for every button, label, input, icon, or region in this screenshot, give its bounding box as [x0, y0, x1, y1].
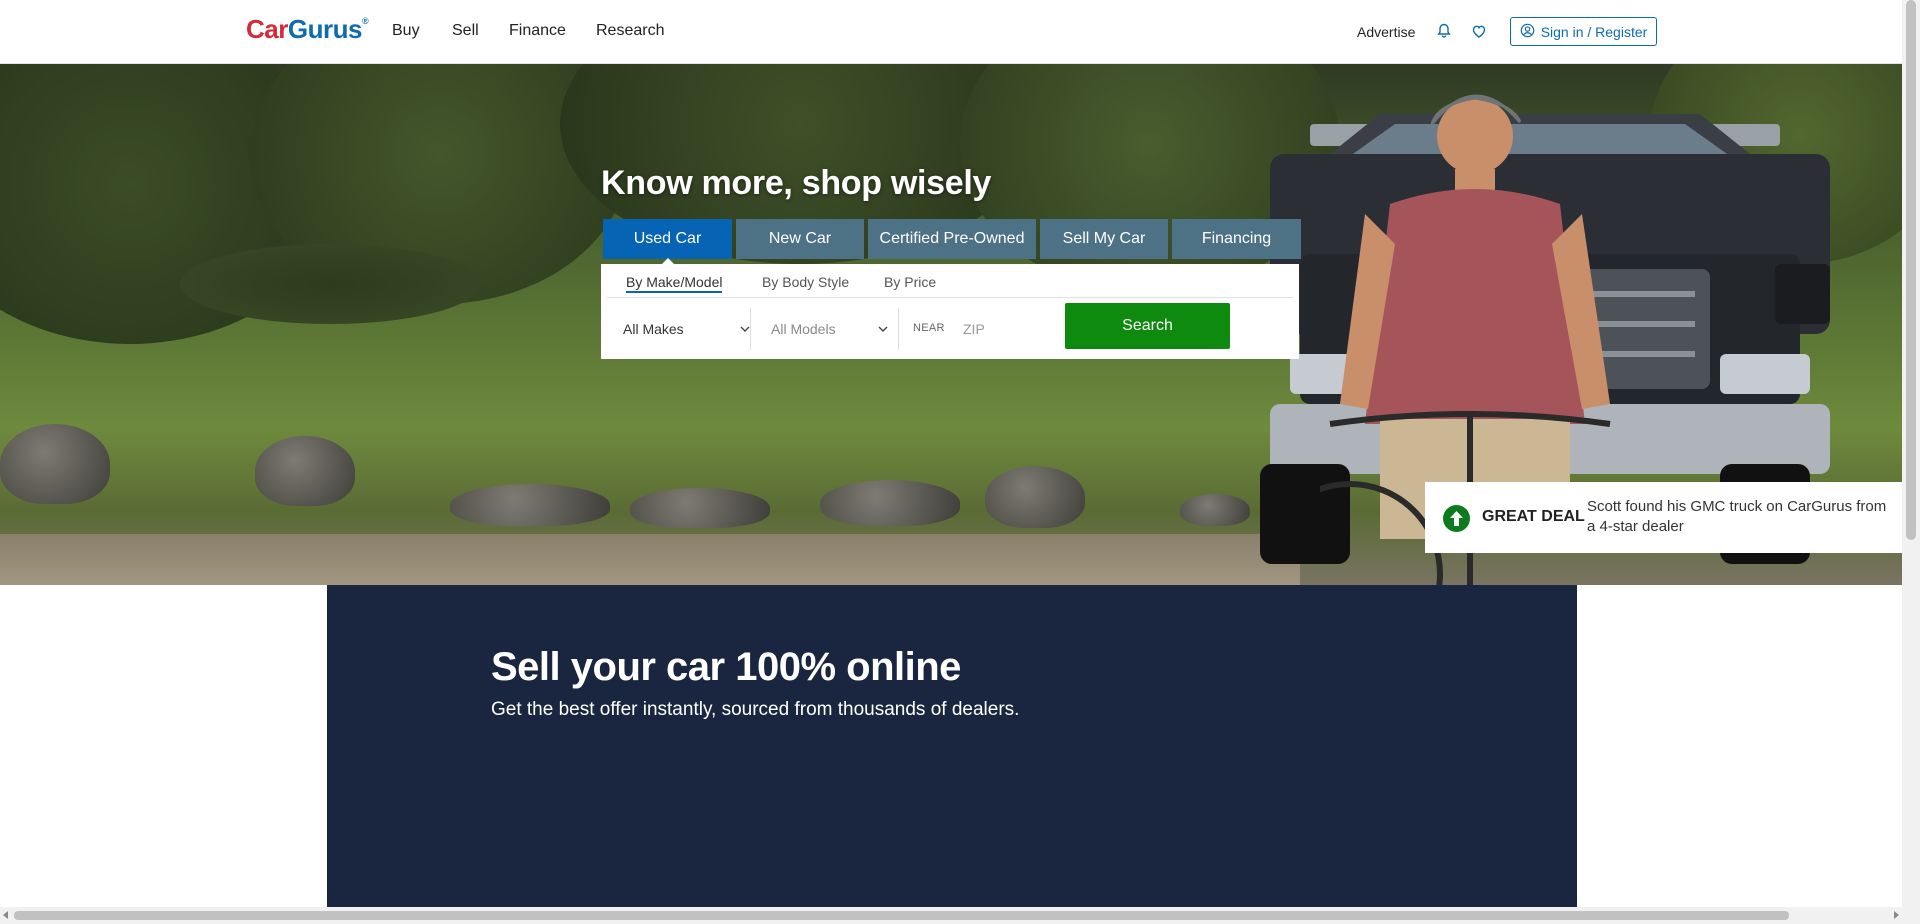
rock	[630, 488, 770, 528]
vertical-scrollbar[interactable]	[1902, 0, 1920, 907]
subtab-by-make-model[interactable]: By Make/Model	[626, 274, 723, 293]
tab-used-car[interactable]: Used Car	[603, 219, 732, 266]
select-divider	[750, 308, 751, 350]
rock	[255, 436, 355, 506]
heart-icon[interactable]	[1470, 22, 1488, 40]
logo-registered-mark: ®	[361, 16, 369, 26]
sell-title: Sell your car 100% online	[491, 645, 961, 689]
subtab-by-body-style[interactable]: By Body Style	[762, 274, 849, 290]
tab-new-car[interactable]: New Car	[736, 219, 864, 259]
cargurus-logo[interactable]: CarGurus®	[246, 14, 369, 45]
horizontal-scrollbar[interactable]	[0, 907, 1920, 924]
tab-sell-my-car[interactable]: Sell My Car	[1040, 219, 1168, 259]
rock	[0, 424, 110, 504]
makes-select[interactable]: All Makes	[623, 308, 751, 350]
hero-title: Know more, shop wisely	[601, 164, 992, 202]
nav-finance[interactable]: Finance	[509, 22, 566, 40]
user-circle-icon	[1520, 23, 1535, 41]
search-subtabs: By Make/Model By Body Style By Price	[601, 264, 1299, 298]
models-select-value: All Models	[771, 321, 836, 337]
chevron-down-icon	[877, 322, 889, 334]
tab-certified-pre-owned[interactable]: Certified Pre-Owned	[868, 219, 1036, 259]
sign-in-label: Sign in / Register	[1540, 23, 1648, 40]
near-label: NEAR	[913, 322, 945, 334]
great-deal-card: GREAT DEAL Scott found his GMC truck on …	[1425, 482, 1902, 553]
great-deal-label: GREAT DEAL	[1482, 508, 1585, 525]
horizontal-scrollbar-thumb[interactable]	[14, 911, 1789, 920]
subtab-divider	[607, 297, 1293, 298]
rock	[985, 466, 1085, 528]
great-deal-text: Scott found his GMC truck on CarGurus fr…	[1587, 498, 1887, 535]
arrow-up-icon	[1443, 505, 1470, 532]
dirt-path	[0, 534, 1300, 585]
nav-research[interactable]: Research	[596, 22, 664, 40]
zip-input[interactable]	[963, 314, 1053, 344]
makes-select-value: All Makes	[623, 321, 684, 337]
vertical-scrollbar-thumb[interactable]	[1906, 0, 1916, 540]
search-panel: By Make/Model By Body Style By Price All…	[601, 264, 1299, 359]
background-hedge	[180, 244, 480, 324]
logo-gurus-text: Gurus	[287, 14, 363, 44]
rock	[820, 480, 960, 526]
sell-car-section: Sell your car 100% online Get the best o…	[327, 585, 1577, 907]
bell-icon[interactable]	[1435, 22, 1453, 40]
logo-car-text: Car	[246, 14, 288, 44]
search-tabs: Used Car New Car Certified Pre-Owned Sel…	[603, 219, 1301, 266]
advertise-link[interactable]: Advertise	[1357, 24, 1415, 40]
scroll-left-arrow-icon[interactable]	[3, 911, 8, 919]
nav-buy[interactable]: Buy	[392, 22, 420, 40]
select-divider	[898, 308, 899, 350]
site-header: CarGurus® Buy Sell Finance Research Adve…	[0, 0, 1902, 64]
sign-in-register-button[interactable]: Sign in / Register	[1510, 17, 1657, 46]
rock	[450, 484, 610, 526]
tab-financing[interactable]: Financing	[1172, 219, 1301, 259]
subtab-by-price[interactable]: By Price	[884, 274, 936, 290]
search-button[interactable]: Search	[1065, 303, 1230, 349]
scroll-right-arrow-icon[interactable]	[1894, 911, 1899, 919]
nav-sell[interactable]: Sell	[452, 22, 479, 40]
sell-subtitle: Get the best offer instantly, sourced fr…	[491, 699, 1020, 720]
models-select[interactable]: All Models	[771, 308, 889, 350]
